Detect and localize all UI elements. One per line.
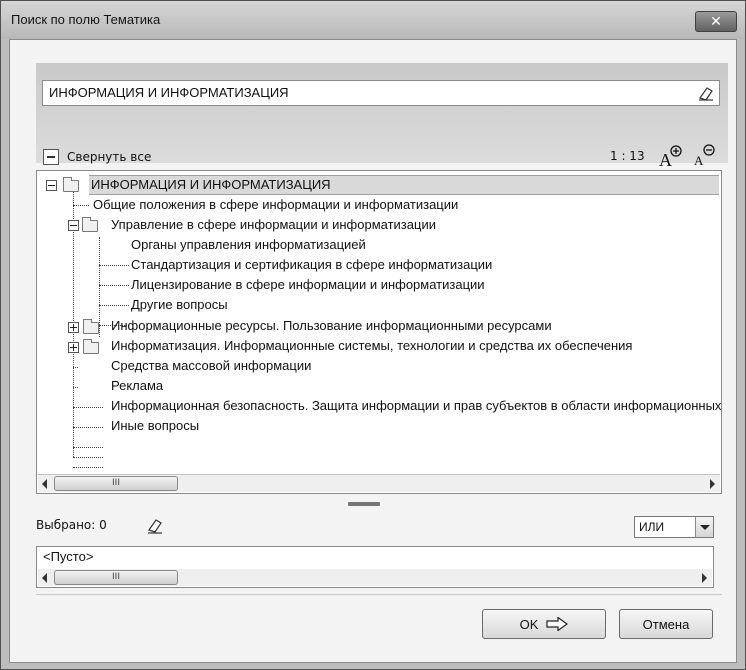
tree-item-root[interactable]: ИНФОРМАЦИЯ И ИНФОРМАТИЗАЦИЯ <box>89 175 719 195</box>
ok-button-label: OK <box>519 616 539 632</box>
tree-expand-toggle[interactable] <box>68 342 79 353</box>
close-icon: ✕ <box>710 13 722 30</box>
chevron-down-icon[interactable] <box>695 517 713 537</box>
scroll-thumb[interactable]: III <box>54 476 178 491</box>
search-input[interactable]: ИНФОРМАЦИЯ И ИНФОРМАТИЗАЦИЯ <box>42 80 720 106</box>
empty-placeholder: <Пусто> <box>43 549 94 564</box>
title-bar[interactable]: Поиск по полю Тематика ✕ <box>1 1 745 39</box>
tree-item[interactable]: Реклама <box>111 376 163 396</box>
tree-item[interactable]: Средства массовой информации <box>111 356 311 376</box>
folder-open-icon <box>63 177 79 192</box>
scroll-left-icon[interactable] <box>42 479 47 489</box>
tree-item[interactable]: Другие вопросы <box>131 295 228 315</box>
search-input-value: ИНФОРМАЦИЯ И ИНФОРМАТИЗАЦИЯ <box>49 85 289 100</box>
divider <box>36 594 722 595</box>
ok-button[interactable]: OK <box>482 609 606 639</box>
svg-text:A: A <box>694 153 704 168</box>
selected-count-label: Выбрано: 0 <box>36 518 107 532</box>
tree-collapse-toggle[interactable] <box>68 220 79 231</box>
tree-item[interactable]: Общие положения в сфере информации и инф… <box>93 195 458 215</box>
scroll-right-icon[interactable] <box>702 573 707 583</box>
tree-collapse-toggle[interactable] <box>46 180 57 191</box>
tree-item[interactable]: Информационная безопасность. Защита инфо… <box>111 396 721 416</box>
tree-item[interactable]: Органы управления информатизацией <box>131 235 366 255</box>
match-counter: 1 : 13 <box>610 149 645 163</box>
folder-icon <box>83 319 99 334</box>
scroll-left-icon[interactable] <box>42 573 47 583</box>
logic-operator-value: ИЛИ <box>639 520 665 534</box>
eraser-icon[interactable] <box>144 514 166 536</box>
tree-item[interactable]: Иные вопросы <box>111 416 199 436</box>
cancel-button[interactable]: Отмена <box>619 609 713 639</box>
collapse-all-icon[interactable] <box>43 149 59 165</box>
tree-item[interactable]: Информационные ресурсы. Пользование инфо… <box>111 316 552 336</box>
tree-item[interactable]: Стандартизация и сертификация в сфере ин… <box>131 255 492 275</box>
cancel-button-label: Отмена <box>642 616 690 632</box>
folder-open-icon <box>82 217 98 232</box>
window-title: Поиск по полю Тематика <box>11 12 161 27</box>
search-band <box>36 63 728 163</box>
tree-expand-toggle[interactable] <box>68 322 79 333</box>
scroll-thumb[interactable]: III <box>54 570 178 585</box>
font-decrease-icon[interactable]: A <box>691 142 717 168</box>
search-dialog: Поиск по полю Тематика ✕ ИНФОРМАЦИЯ И ИН… <box>0 0 746 670</box>
scroll-right-icon[interactable] <box>710 479 715 489</box>
selected-horizontal-scrollbar[interactable]: III <box>38 569 712 586</box>
folder-icon <box>83 339 99 354</box>
logic-operator-select[interactable]: ИЛИ <box>634 516 714 538</box>
dialog-body: ИНФОРМАЦИЯ И ИНФОРМАТИЗАЦИЯ Свернуть все… <box>9 39 737 663</box>
arrow-right-icon <box>546 617 569 631</box>
font-increase-icon[interactable]: A <box>657 144 683 170</box>
tree-item[interactable]: Управление в сфере информации и информат… <box>111 215 436 235</box>
selected-items-list[interactable]: <Пусто> III <box>36 546 714 588</box>
tree-item[interactable]: Информатизация. Информационные системы, … <box>111 336 632 356</box>
collapse-all-link[interactable]: Свернуть все <box>67 150 151 164</box>
tree-horizontal-scrollbar[interactable]: III <box>38 474 720 492</box>
tree-item[interactable]: Лицензирование в сфере информации и инфо… <box>131 275 485 295</box>
close-button[interactable]: ✕ <box>695 11 737 32</box>
splitter-grip[interactable] <box>348 502 380 506</box>
svg-text:A: A <box>659 150 672 170</box>
eraser-icon[interactable] <box>696 83 716 103</box>
topic-tree[interactable]: ИНФОРМАЦИЯ И ИНФОРМАТИЗАЦИЯ Общие положе… <box>36 170 722 494</box>
